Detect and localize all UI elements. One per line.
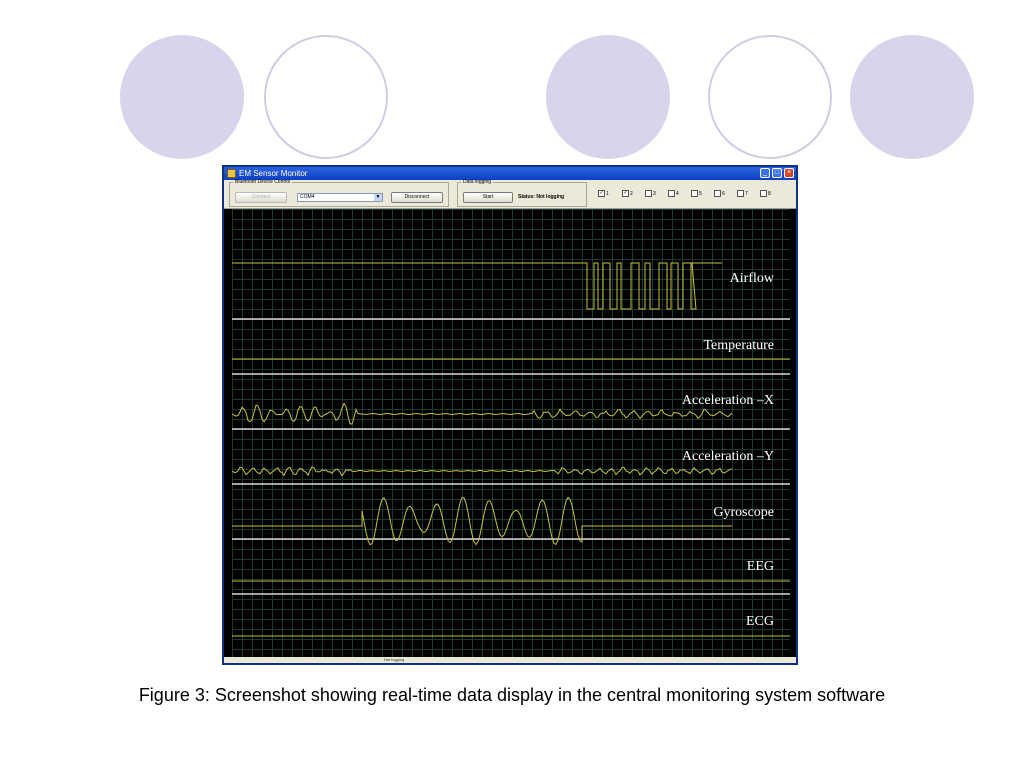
trace-label-temperature: Temperature: [703, 338, 774, 353]
trace-label-airflow: Airflow: [729, 271, 774, 286]
checkbox-icon[interactable]: ✓: [622, 190, 629, 197]
com-port-select[interactable]: COM4 ▼: [297, 193, 383, 202]
acceleration-x-waveform: [232, 402, 733, 425]
decor-circle-1: [120, 35, 244, 159]
channel-label: 4: [676, 190, 679, 197]
decor-circle-2: [264, 35, 388, 159]
decor-circle-4: [708, 35, 832, 159]
start-logging-button[interactable]: Start: [463, 192, 513, 203]
channel-label: 6: [722, 190, 725, 197]
checkbox-icon[interactable]: [760, 190, 767, 197]
channel-checkbox-6[interactable]: 6: [714, 190, 725, 197]
decor-circle-3: [546, 35, 670, 159]
data-logging-legend: Data logging: [463, 179, 492, 185]
maximize-button[interactable]: □: [772, 168, 782, 178]
channel-label: 1: [606, 190, 609, 197]
channel-checkbox-1[interactable]: ✓ 1: [598, 190, 609, 197]
channel-label: 8: [768, 190, 771, 197]
toolbar: Bluetooth Device Control Connect COM4 ▼ …: [224, 180, 796, 209]
connect-button[interactable]: Connect: [235, 192, 287, 203]
logging-status: Status: Not logging: [518, 194, 565, 200]
bluetooth-group-legend: Bluetooth Device Control: [235, 179, 291, 185]
channel-label: 2: [630, 190, 633, 197]
trace-label-acceleration-y: Acceleration –Y: [681, 449, 774, 464]
channel-label: 5: [699, 190, 702, 197]
waveform-display: Airflow Temperature Acceleration –X Acce…: [232, 209, 790, 657]
channel-checkbox-3[interactable]: 3: [645, 190, 656, 197]
checkbox-icon[interactable]: [737, 190, 744, 197]
com-port-value: COM4: [300, 194, 315, 200]
trace-label-acceleration-x: Acceleration –X: [681, 393, 774, 408]
disconnect-button[interactable]: Disconnect: [391, 192, 443, 203]
sensor-monitor-window: EM Sensor Monitor _ □ × Bluetooth Device…: [222, 165, 798, 665]
figure-caption: Figure 3: Screenshot showing real-time d…: [138, 685, 886, 705]
window-statusbar: Not logging: [224, 657, 796, 663]
trace-label-gyroscope: Gyroscope: [713, 505, 774, 520]
acceleration-y-waveform: [232, 466, 733, 477]
close-button[interactable]: ×: [784, 168, 794, 178]
gyroscope-waveform: [232, 496, 732, 546]
minimize-button[interactable]: _: [760, 168, 770, 178]
checkbox-icon[interactable]: [691, 190, 698, 197]
channel-label: 3: [653, 190, 656, 197]
waveform-canvas: [232, 262, 790, 637]
channel-label: 7: [745, 190, 748, 197]
channel-checkbox-4[interactable]: 4: [668, 190, 679, 197]
chevron-down-icon[interactable]: ▼: [374, 194, 382, 201]
channel-checkbox-7[interactable]: 7: [737, 190, 748, 197]
trace-label-eeg: EEG: [746, 559, 774, 574]
checkbox-icon[interactable]: [714, 190, 721, 197]
statusbar-text: Not logging: [384, 657, 405, 662]
checkbox-icon[interactable]: [668, 190, 675, 197]
decor-circle-5: [850, 35, 974, 159]
channel-checkbox-2[interactable]: ✓ 2: [622, 190, 633, 197]
airflow-waveform: [232, 262, 722, 310]
checkbox-icon[interactable]: ✓: [598, 190, 605, 197]
window-titlebar[interactable]: EM Sensor Monitor _ □ ×: [224, 167, 796, 180]
checkbox-icon[interactable]: [645, 190, 652, 197]
trace-label-ecg: ECG: [746, 614, 774, 629]
app-icon: [227, 169, 236, 178]
channel-checkbox-8[interactable]: 8: [760, 190, 771, 197]
channel-checkbox-5[interactable]: 5: [691, 190, 702, 197]
